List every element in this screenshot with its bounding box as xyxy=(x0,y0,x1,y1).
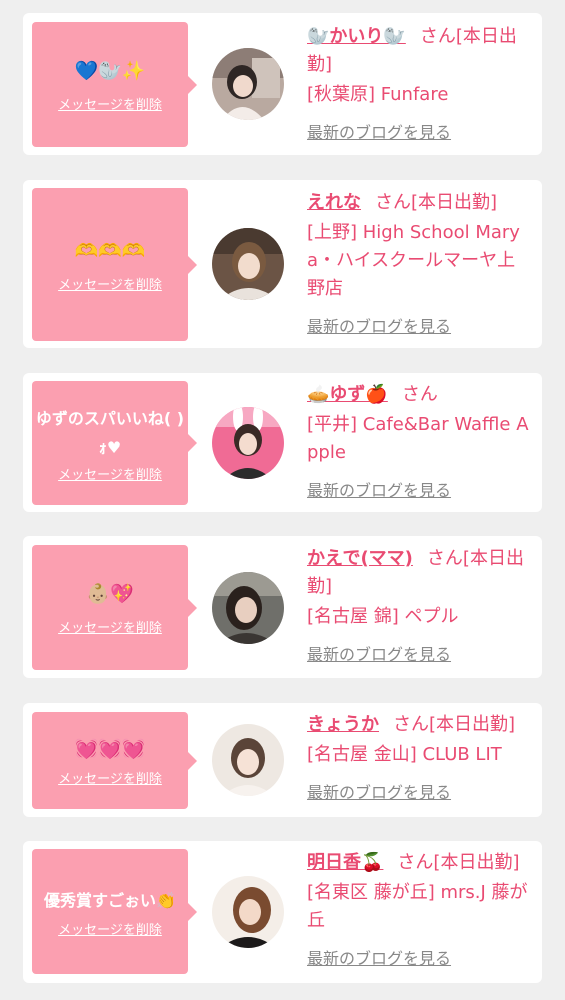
cast-name-link[interactable]: えれな xyxy=(307,192,361,213)
delete-message-link[interactable]: メッセージを削除 xyxy=(58,768,162,787)
delete-message-link[interactable]: メッセージを削除 xyxy=(58,274,162,293)
shop-name: [名古屋 錦] ペプル xyxy=(307,606,459,627)
latest-blog-link[interactable]: 最新のブログを見る xyxy=(307,641,532,669)
cast-name-link[interactable]: 明日香🍒 xyxy=(307,852,383,873)
cast-info: 🥧ゆず🍎 さん [平井] Cafe&Bar Waffle Apple 最新のブログ… xyxy=(307,381,532,505)
cast-info: 明日香🍒 さん[本日出勤] [名東区 藤が丘] mrs.J 藤が丘 最新のブログを… xyxy=(307,849,532,973)
message-card: 👶🏼💖 メッセージを削除 かえで(ママ) さん[本日出勤] [名古屋 錦] ペプル… xyxy=(23,536,542,678)
shop-name: [名東区 藤が丘] mrs.J 藤が丘 xyxy=(307,882,528,931)
delete-message-link[interactable]: メッセージを削除 xyxy=(58,464,162,483)
message-bubble: 🫶🫶🫶 メッセージを削除 xyxy=(32,188,197,341)
latest-blog-link[interactable]: 最新のブログを見る xyxy=(307,945,532,973)
message-text: 優秀賞すごぉい👏 xyxy=(44,890,176,910)
message-text: 💓💓💓 xyxy=(74,737,146,760)
latest-blog-link[interactable]: 最新のブログを見る xyxy=(307,313,532,341)
avatar[interactable] xyxy=(212,48,284,120)
cast-info: きょうか さん[本日出勤] [名古屋 金山] CLUB LIT 最新のブログを見る xyxy=(307,711,532,807)
message-bubble: 👶🏼💖 メッセージを削除 xyxy=(32,545,197,670)
message-bubble: ゆずのスパいいね( )ｫ♥ メッセージを削除 xyxy=(32,381,197,505)
delete-message-link[interactable]: メッセージを削除 xyxy=(58,617,162,636)
cast-status: さん xyxy=(401,384,438,405)
avatar[interactable] xyxy=(212,572,284,644)
message-text: ゆずのスパいいね( )ｫ♥ xyxy=(35,408,185,457)
avatar[interactable] xyxy=(212,724,284,796)
message-bubble: 優秀賞すごぉい👏 メッセージを削除 xyxy=(32,849,197,974)
delete-message-link[interactable]: メッセージを削除 xyxy=(58,919,162,938)
avatar[interactable] xyxy=(212,876,284,948)
cast-status: さん[本日出勤] xyxy=(393,714,516,735)
message-text: 🫶🫶🫶 xyxy=(74,239,146,262)
cast-info: えれな さん[本日出勤] [上野] High School Marya・ハイスクー… xyxy=(307,189,532,341)
cast-name-link[interactable]: かえで(ママ) xyxy=(307,548,413,569)
cast-name-link[interactable]: 🥧ゆず🍎 xyxy=(307,384,388,405)
message-card: 🫶🫶🫶 メッセージを削除 えれな さん[本日出勤] [上野] High Schoo… xyxy=(23,180,542,348)
latest-blog-link[interactable]: 最新のブログを見る xyxy=(307,779,532,807)
cast-name-link[interactable]: きょうか xyxy=(307,714,379,735)
latest-blog-link[interactable]: 最新のブログを見る xyxy=(307,119,532,147)
cast-status: さん[本日出勤] xyxy=(397,852,520,873)
cast-info: かえで(ママ) さん[本日出勤] [名古屋 錦] ペプル 最新のブログを見る xyxy=(307,545,532,669)
cast-name-link[interactable]: 🦭かいり🦭 xyxy=(307,26,406,47)
avatar[interactable] xyxy=(212,228,284,300)
cast-info: 🦭かいり🦭 さん[本日出勤] [秋葉原] Funfare 最新のブログを見る xyxy=(307,23,532,147)
shop-name: [秋葉原] Funfare xyxy=(307,84,449,105)
message-card: 優秀賞すごぉい👏 メッセージを削除 明日香🍒 さん[本日出勤] [名東区 藤が丘]… xyxy=(23,841,542,983)
message-text: 👶🏼💖 xyxy=(86,582,134,605)
shop-name: [名古屋 金山] CLUB LIT xyxy=(307,744,502,765)
delete-message-link[interactable]: メッセージを削除 xyxy=(58,94,162,113)
avatar[interactable] xyxy=(212,407,284,479)
message-card: ゆずのスパいいね( )ｫ♥ メッセージを削除 🥧ゆず🍎 さん [平井] Cafe&… xyxy=(23,373,542,512)
message-card: 💓💓💓 メッセージを削除 きょうか さん[本日出勤] [名古屋 金山] CLUB … xyxy=(23,703,542,817)
cast-status: さん[本日出勤] xyxy=(375,192,498,213)
message-bubble: 💙🦭✨ メッセージを削除 xyxy=(32,22,197,147)
shop-name: [平井] Cafe&Bar Waffle Apple xyxy=(307,414,529,463)
message-bubble: 💓💓💓 メッセージを削除 xyxy=(32,712,197,809)
shop-name: [上野] High School Marya・ハイスクールマーヤ上野店 xyxy=(307,222,520,299)
message-card: 💙🦭✨ メッセージを削除 🦭かいり🦭 さん[本日出勤] [秋葉原] Funfare… xyxy=(23,13,542,155)
latest-blog-link[interactable]: 最新のブログを見る xyxy=(307,477,532,505)
message-text: 💙🦭✨ xyxy=(74,59,146,82)
